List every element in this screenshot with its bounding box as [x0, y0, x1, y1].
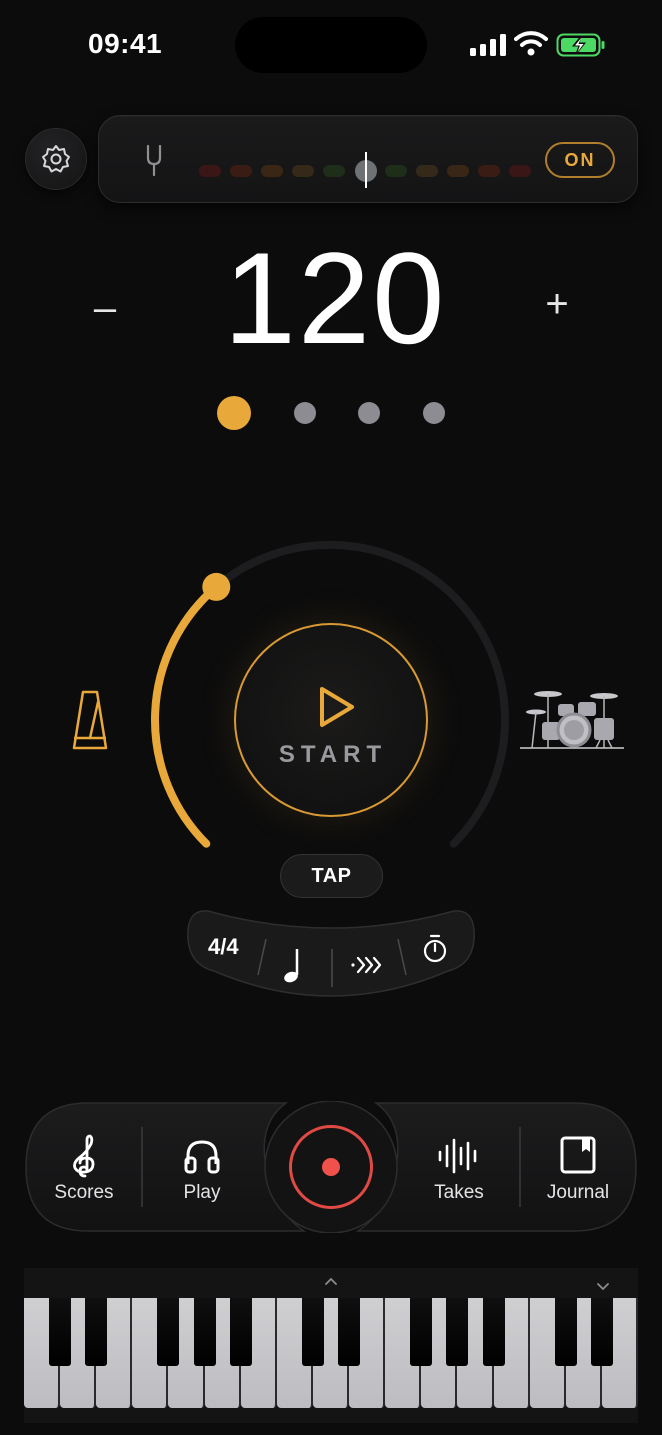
tempo-value[interactable]: 120 [200, 228, 470, 368]
piano-black-key[interactable] [301, 1298, 324, 1366]
piano-black-key[interactable] [85, 1298, 108, 1366]
piano-keyboard[interactable] [24, 1268, 638, 1423]
dynamic-island [235, 17, 427, 73]
beat-indicator-2[interactable] [294, 402, 316, 424]
piano-black-key[interactable] [446, 1298, 469, 1366]
drum-kit-icon[interactable] [518, 686, 628, 756]
piano-black-key[interactable] [554, 1298, 577, 1366]
record-button[interactable] [289, 1125, 373, 1209]
settings-button[interactable] [25, 128, 87, 190]
start-button[interactable]: START [234, 623, 428, 817]
dial-knob [202, 572, 231, 601]
piano-black-key[interactable] [229, 1298, 252, 1366]
dial-progress [151, 582, 221, 848]
status-time: 09:41 [88, 28, 163, 59]
piano-black-key[interactable] [590, 1298, 613, 1366]
scores-label: Scores [54, 1182, 114, 1203]
journal-label: Journal [546, 1182, 610, 1203]
piano-black-key[interactable] [157, 1298, 180, 1366]
piano-black-key[interactable] [338, 1298, 361, 1366]
record-dot [322, 1158, 340, 1176]
beat-indicator-4[interactable] [423, 402, 445, 424]
scores-tab[interactable]: Scores [44, 1134, 124, 1206]
note-value-icon[interactable] [280, 945, 306, 985]
tap-tempo-button[interactable]: TAP [280, 854, 383, 898]
waveform-icon [438, 1138, 477, 1174]
play-icon [320, 687, 354, 727]
journal-icon [560, 1136, 596, 1174]
piano-black-key[interactable] [49, 1298, 72, 1366]
time-signature-button[interactable]: 4/4 [208, 934, 239, 960]
piano-black-key[interactable] [193, 1298, 216, 1366]
beat-indicator-3[interactable] [358, 402, 380, 424]
play-label: Play [183, 1182, 221, 1203]
wifi-icon [514, 31, 548, 56]
increase-tempo-button[interactable]: + [540, 284, 574, 324]
gear-icon [42, 145, 70, 173]
timer-icon[interactable] [422, 934, 448, 964]
subdivision-icon[interactable] [350, 952, 386, 978]
beat-indicator-1[interactable] [217, 396, 251, 430]
battery-charging-icon [556, 33, 605, 57]
piano-black-key[interactable] [482, 1298, 505, 1366]
tuner-panel[interactable]: ON [98, 115, 638, 203]
piano-keys [24, 1268, 638, 1423]
treble-clef-icon [73, 1134, 95, 1178]
takes-tab[interactable]: Takes [424, 1134, 494, 1206]
tuner-needle [365, 152, 367, 188]
play-tab[interactable]: Play [166, 1134, 238, 1206]
headphones-icon [184, 1140, 220, 1174]
metronome-icon[interactable] [70, 688, 110, 752]
takes-label: Takes [434, 1182, 484, 1203]
tuner-toggle[interactable]: ON [545, 142, 615, 178]
tuning-fork-icon [146, 144, 162, 176]
start-label: START [278, 741, 388, 768]
decrease-tempo-button[interactable]: – [90, 288, 120, 328]
journal-tab[interactable]: Journal [538, 1134, 618, 1206]
piano-black-key[interactable] [410, 1298, 433, 1366]
cellular-signal-icon [470, 34, 506, 56]
